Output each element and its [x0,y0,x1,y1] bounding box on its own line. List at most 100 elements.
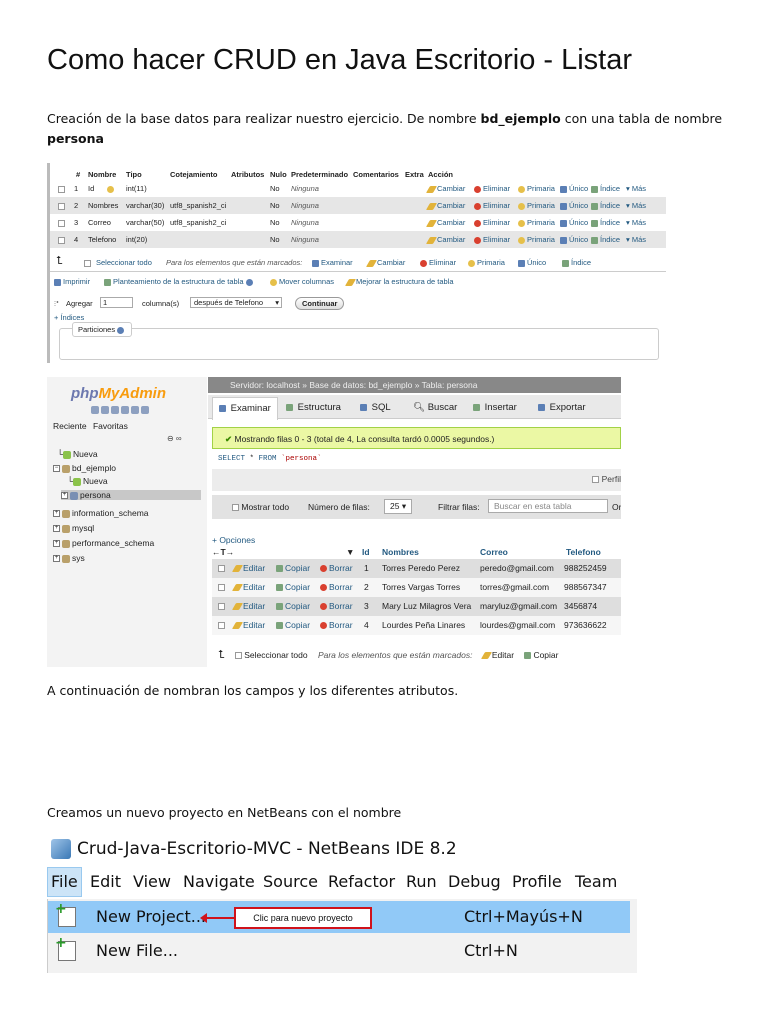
index-link[interactable]: Índice [591,184,620,193]
menu-item-new-project[interactable]: New Project... Ctrl+Mayús+N Clic para nu… [48,901,630,933]
change-link[interactable]: Cambiar [425,201,465,210]
unique-link[interactable]: Único [560,184,588,193]
delete-link[interactable]: Borrar [320,601,353,611]
index-link[interactable]: Índice [591,201,620,210]
row-checkbox[interactable] [218,603,225,611]
delete-link[interactable]: Borrar [320,620,353,630]
copy-link[interactable]: Copiar [276,620,310,630]
primary-link[interactable]: Primaria [518,201,555,210]
edit-link[interactable]: Editar [231,601,265,611]
table-row[interactable]: Editar Copiar Borrar 1 Torres Peredo Per… [212,559,621,578]
menu-run[interactable]: Run [406,872,437,891]
move-columns-link[interactable]: Mover columnas [270,277,334,286]
partitions-legend[interactable]: Particiones [72,322,133,337]
delete-link[interactable]: Eliminar [474,201,510,210]
copy-link[interactable]: Copiar [276,601,310,611]
row-checkbox[interactable] [58,202,65,210]
plan-link[interactable]: Planteamiento de la estructura de tabla [104,277,255,286]
options-link[interactable]: + Opciones [212,535,255,545]
row-checkbox[interactable] [58,236,65,244]
reload-icon[interactable] [141,406,149,414]
select-all-toggle[interactable]: Seleccionar todo [234,650,308,660]
bulk-change[interactable]: Cambiar [365,258,405,267]
more-link[interactable]: ▾ Más [626,184,646,193]
primary-link[interactable]: Primaria [518,184,555,193]
bulk-delete[interactable]: Eliminar [420,258,456,267]
bulk-browse[interactable]: Examinar [312,258,353,267]
table-row[interactable]: 4 Telefono int(20) No Ninguna Cambiar El… [50,231,666,248]
home-icon[interactable] [91,406,99,414]
more-link[interactable]: ▾ Más [626,201,646,210]
collapse-link-icon[interactable]: ⊖ ∞ [167,434,182,443]
select-all-link[interactable]: Seleccionar todo [96,258,152,267]
edit-link[interactable]: Editar [231,563,265,573]
menu-item-new-file[interactable]: New File... Ctrl+N [48,935,630,967]
tree-item-new-table[interactable]: └ Nueva [67,476,108,486]
tab-exportar[interactable]: Exportar [538,402,586,413]
delete-link[interactable]: Eliminar [474,235,510,244]
menu-debug[interactable]: Debug [448,872,501,891]
tree-item-new[interactable]: └ Nueva [57,449,98,459]
show-all-toggle[interactable]: Mostrar todo [232,502,289,512]
copy-link[interactable]: Copiar [276,582,310,592]
edit-link[interactable]: Editar [231,582,265,592]
tab-sql[interactable]: SQL [360,402,391,413]
menu-source[interactable]: Source [263,872,318,891]
print-link[interactable]: Imprimir [54,277,90,286]
sort-icon[interactable]: ▼ [346,547,354,557]
row-checkbox[interactable] [58,185,65,193]
position-select[interactable]: después de Telefono ▾ [190,297,282,308]
logout-icon[interactable] [101,406,109,414]
indexes-link[interactable]: + Índices [54,313,84,322]
tree-item-performance-schema[interactable]: + performance_schema [53,538,154,548]
row-checkbox[interactable] [58,219,65,227]
breadcrumb[interactable]: Servidor: localhost » Base de datos: bd_… [208,377,621,393]
row-checkbox[interactable] [218,565,225,573]
index-link[interactable]: Índice [591,235,620,244]
unique-link[interactable]: Único [560,235,588,244]
menu-team[interactable]: Team [575,872,617,891]
primary-link[interactable]: Primaria [518,235,555,244]
continue-button[interactable]: Continuar [295,297,345,310]
menu-edit[interactable]: Edit [90,872,121,891]
improve-structure-link[interactable]: Mejorar la estructura de tabla [344,277,454,286]
menu-profile[interactable]: Profile [512,872,562,891]
unique-link[interactable]: Único [560,218,588,227]
edit-link[interactable]: Editar [231,620,265,630]
add-count-input[interactable]: 1 [100,297,133,308]
tree-item-information-schema[interactable]: + information_schema [53,508,149,518]
menu-refactor[interactable]: Refactor [328,872,395,891]
tree-item-sys[interactable]: + sys [53,553,85,563]
more-link[interactable]: ▾ Más [626,235,646,244]
index-link[interactable]: Índice [591,218,620,227]
table-row[interactable]: 3 Correo varchar(50) utf8_spanish2_ci No… [50,214,666,231]
tree-item-persona[interactable]: + persona [61,490,201,500]
table-row[interactable]: 1 Id int(11) No Ninguna Cambiar Eliminar… [50,180,666,197]
filter-input[interactable]: Buscar en esta tabla [488,499,608,513]
change-link[interactable]: Cambiar [425,184,465,193]
bulk-unique[interactable]: Único [518,258,546,267]
tab-insertar[interactable]: Insertar [473,402,517,413]
menu-view[interactable]: View [133,872,171,891]
delete-link[interactable]: Eliminar [474,218,510,227]
help-icon[interactable] [111,406,119,414]
menu-file[interactable]: File [47,867,82,897]
change-link[interactable]: Cambiar [425,235,465,244]
bulk-edit[interactable]: Editar [480,650,514,660]
change-link[interactable]: Cambiar [425,218,465,227]
tab-favorites[interactable]: Favoritas [93,421,128,431]
table-row[interactable]: 2 Nombres varchar(30) utf8_spanish2_ci N… [50,197,666,214]
docs-icon[interactable] [121,406,129,414]
menu-navigate[interactable]: Navigate [183,872,255,891]
profile-option[interactable]: Perfil [592,474,621,484]
row-checkbox[interactable] [218,622,225,630]
table-row[interactable]: Editar Copiar Borrar 3 Mary Luz Milagros… [212,597,621,616]
tab-examinar[interactable]: Examinar [212,397,278,420]
settings-icon[interactable] [131,406,139,414]
row-checkbox[interactable] [218,584,225,592]
select-all-checkbox[interactable] [84,259,91,267]
delete-link[interactable]: Borrar [320,582,353,592]
bulk-primary[interactable]: Primaria [468,258,505,267]
unique-link[interactable]: Único [560,201,588,210]
delete-link[interactable]: Borrar [320,563,353,573]
